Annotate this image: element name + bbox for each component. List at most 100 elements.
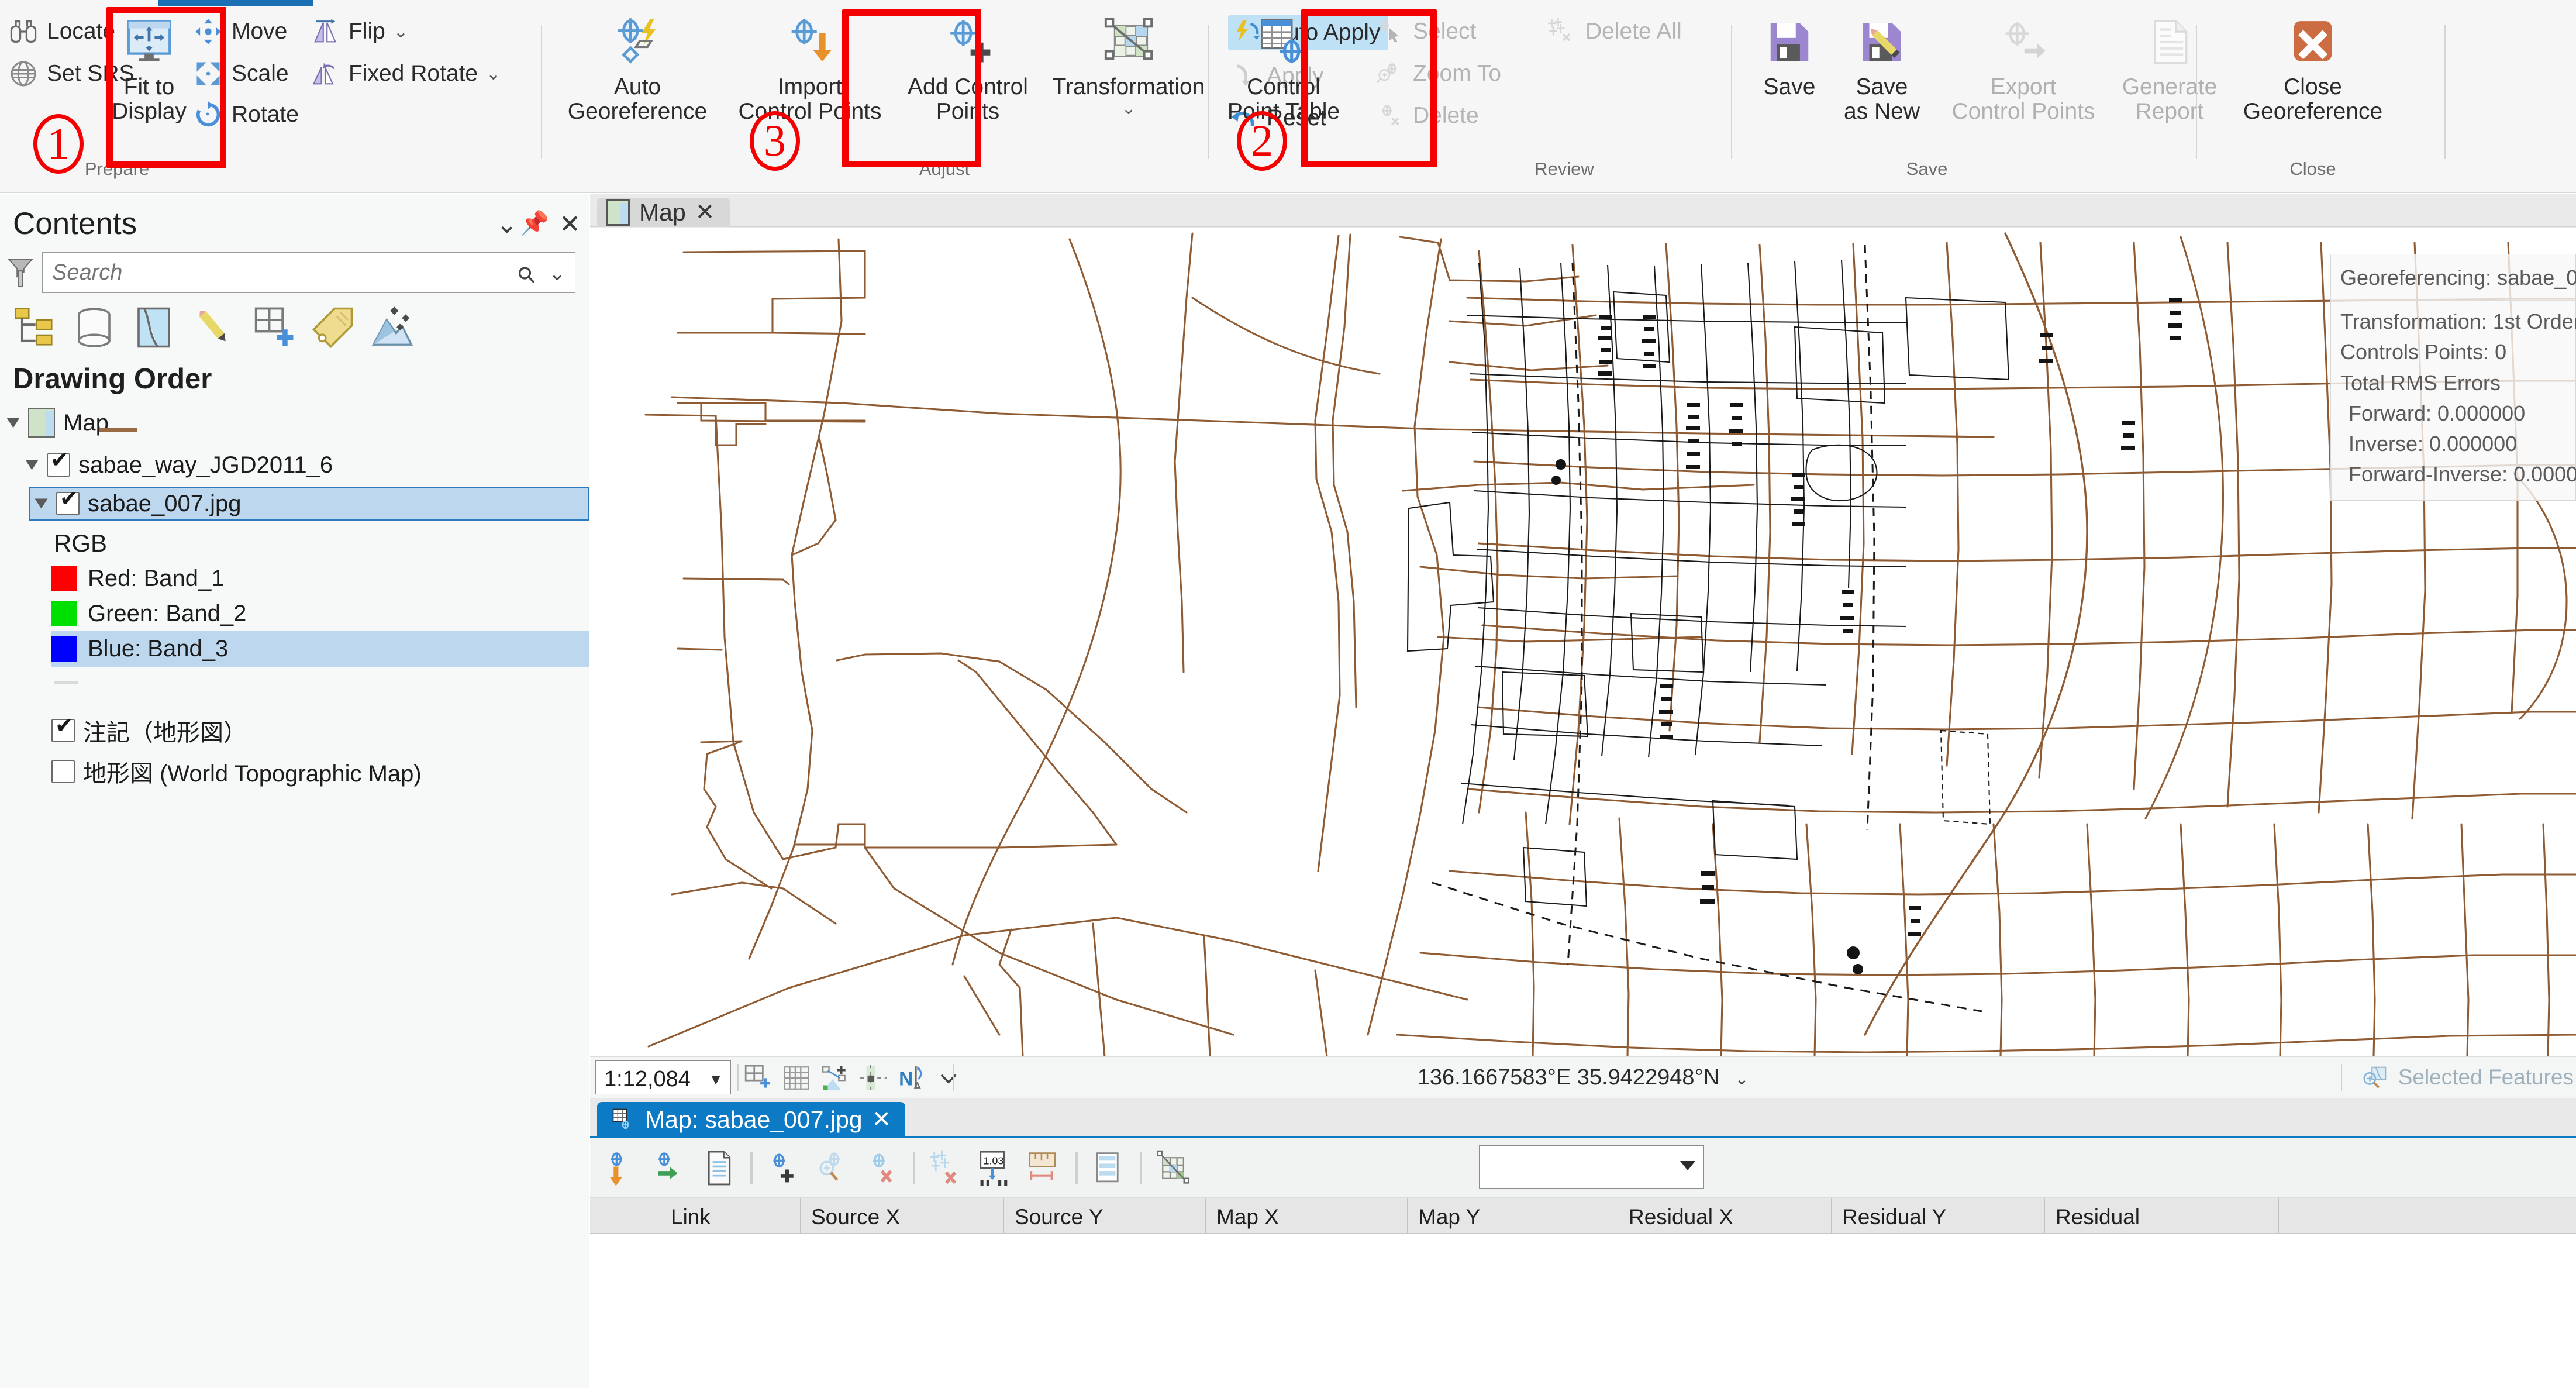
- geo-info-control-points: Controls Points: 0: [2340, 340, 2507, 364]
- combobox-chevron-down-icon[interactable]: [1680, 1161, 1695, 1170]
- control-point-table-body[interactable]: [590, 1234, 2576, 1388]
- list-by-snapping-icon[interactable]: [250, 305, 296, 350]
- locate-label: Locate: [47, 19, 116, 44]
- blue-band-swatch: [51, 636, 77, 662]
- save-floppy-icon: [1751, 13, 1827, 71]
- fit-to-display-button[interactable]: Fit to Display: [111, 13, 187, 123]
- move-label: Move: [232, 19, 288, 44]
- contents-search-box[interactable]: ⚲ ⌄: [42, 252, 575, 293]
- delete-all-label: Delete All: [1585, 19, 1682, 44]
- tab-control-point-table[interactable]: Map: sabae_007.jpg ✕: [597, 1102, 906, 1137]
- locate-button[interactable]: Locate: [8, 16, 115, 47]
- tab-map[interactable]: Map ✕: [597, 198, 730, 227]
- toolbar-divider-2: [913, 1152, 915, 1184]
- geo-info-rms-header: Total RMS Errors: [2340, 370, 2501, 395]
- export-points-icon[interactable]: [652, 1149, 688, 1187]
- import-points-icon[interactable]: [603, 1149, 639, 1187]
- numeric-format-icon[interactable]: 1.03: [977, 1149, 1013, 1187]
- add-control-points-label-line2: Points: [936, 98, 1000, 124]
- layer-visibility-checkbox[interactable]: [56, 488, 80, 515]
- pane-close-icon[interactable]: ✕: [559, 209, 581, 239]
- map-canvas[interactable]: Georeferencing: sabae_007 Transformation…: [590, 228, 2576, 1056]
- toolbar-divider-4: [1140, 1152, 1142, 1184]
- column-header-source-x[interactable]: Source X: [801, 1198, 1004, 1233]
- list-by-diagram-icon[interactable]: [370, 305, 415, 350]
- tree-item-sabae-007[interactable]: sabae_007.jpg: [29, 487, 589, 521]
- column-header-source-y[interactable]: Source Y: [1004, 1198, 1206, 1233]
- zoom-to-button: Zoom To: [1374, 58, 1501, 89]
- save-button[interactable]: Save: [1751, 13, 1827, 99]
- layer-visibility-checkbox[interactable]: [51, 715, 75, 742]
- tree-item-world-topographic[interactable]: 地形図 (World Topographic Map): [0, 753, 589, 790]
- delete-point-icon[interactable]: [864, 1149, 900, 1187]
- generate-report-icon[interactable]: [701, 1149, 737, 1187]
- list-by-selection-icon[interactable]: [131, 305, 177, 350]
- expand-triangle-icon[interactable]: [27, 458, 41, 472]
- tree-item-annotation-topo[interactable]: 注記（地形図）: [0, 712, 589, 749]
- select-button: Select: [1374, 16, 1476, 47]
- column-header-link[interactable]: Link: [660, 1198, 801, 1233]
- scale-button[interactable]: Scale: [193, 58, 289, 89]
- add-control-points-icon: [901, 13, 1035, 71]
- add-point-icon[interactable]: [765, 1149, 802, 1187]
- close-georeference-label-line1: Close: [2284, 74, 2342, 99]
- flip-chevron-down-icon[interactable]: ⌄: [394, 22, 408, 42]
- save-as-new-label-line2: as New: [1843, 98, 1920, 124]
- fit-to-display-label-line1: Fit to: [123, 74, 175, 99]
- list-by-editing-icon[interactable]: [191, 305, 236, 350]
- control-point-table-tab-close-icon[interactable]: ✕: [872, 1106, 892, 1133]
- transformation-chevron-down-icon[interactable]: ⌄: [1041, 99, 1216, 118]
- layer-visibility-checkbox[interactable]: [51, 760, 75, 783]
- transformation-select-icon[interactable]: [1155, 1149, 1191, 1187]
- column-header-map-y[interactable]: Map Y: [1408, 1198, 1618, 1233]
- annotation-marker-1: 1: [33, 114, 84, 174]
- geo-info-inverse: Inverse: 0.000000: [2349, 431, 2518, 456]
- selected-features-button[interactable]: Selected Features: [2362, 1064, 2574, 1091]
- pane-menu-chevron-down-icon[interactable]: ⌄: [496, 209, 518, 239]
- expand-triangle-icon[interactable]: [8, 416, 22, 430]
- control-point-table-button[interactable]: Control Point Table: [1225, 13, 1342, 123]
- search-icon[interactable]: ⚲: [512, 260, 542, 291]
- coordinates-chevron-down-icon[interactable]: ⌄: [1735, 1070, 1749, 1088]
- auto-georeference-button[interactable]: Auto Georeference: [558, 13, 716, 123]
- zoom-to-point-icon[interactable]: [815, 1149, 851, 1187]
- search-input[interactable]: [52, 260, 496, 285]
- list-by-data-source-icon[interactable]: [71, 305, 117, 350]
- georeferencing-info-panel: Georeferencing: sabae_007 Transformation…: [2330, 254, 2576, 501]
- show-fields-icon[interactable]: [1091, 1149, 1127, 1187]
- fixed-rotate-chevron-down-icon[interactable]: ⌄: [486, 64, 501, 84]
- expand-triangle-icon[interactable]: [36, 497, 50, 511]
- add-control-points-button[interactable]: Add Control Points: [901, 13, 1035, 123]
- layer-visibility-checkbox[interactable]: [47, 449, 70, 477]
- list-by-labeling-icon[interactable]: [310, 305, 356, 350]
- rotate-label: Rotate: [232, 102, 299, 127]
- flip-button[interactable]: Flip ⌄: [310, 16, 408, 47]
- column-header-selector[interactable]: [590, 1198, 660, 1233]
- measurement-units-icon[interactable]: [1026, 1149, 1063, 1187]
- transformation-combobox[interactable]: [1479, 1145, 1704, 1189]
- search-options-chevron-down-icon[interactable]: ⌄: [549, 262, 566, 285]
- transformation-button[interactable]: Transformation ⌄: [1041, 13, 1216, 118]
- column-header-residual[interactable]: Residual: [2045, 1198, 2279, 1233]
- svg-text:1.03: 1.03: [984, 1155, 1004, 1167]
- import-control-points-button[interactable]: Import Control Points: [725, 13, 895, 123]
- column-header-residual-y[interactable]: Residual Y: [1832, 1198, 2045, 1233]
- move-button[interactable]: Move: [193, 16, 287, 47]
- delete-all-points-icon[interactable]: [928, 1149, 964, 1187]
- save-as-new-button[interactable]: Save as New: [1832, 13, 1932, 123]
- map-tab-close-icon[interactable]: ✕: [695, 199, 715, 226]
- fixed-rotate-button[interactable]: Fixed Rotate ⌄: [310, 58, 501, 89]
- tree-item-sabae-way[interactable]: sabae_way_JGD2011_6: [0, 447, 589, 483]
- band-row-blue[interactable]: Blue: Band_3: [51, 631, 589, 667]
- pane-pin-icon[interactable]: 📌: [520, 209, 549, 237]
- column-header-residual-x[interactable]: Residual X: [1618, 1198, 1832, 1233]
- drawing-order-header: Drawing Order: [13, 363, 212, 395]
- green-band-swatch: [51, 601, 77, 626]
- filter-funnel-icon[interactable]: [7, 257, 34, 290]
- column-header-map-x[interactable]: Map X: [1206, 1198, 1408, 1233]
- tree-item-map[interactable]: Map: [0, 405, 589, 441]
- list-by-drawing-order-icon[interactable]: [12, 305, 57, 350]
- close-georeference-button[interactable]: Close Georeference: [2219, 13, 2406, 123]
- fit-to-display-icon: [111, 13, 187, 71]
- rotate-button[interactable]: Rotate: [193, 99, 299, 130]
